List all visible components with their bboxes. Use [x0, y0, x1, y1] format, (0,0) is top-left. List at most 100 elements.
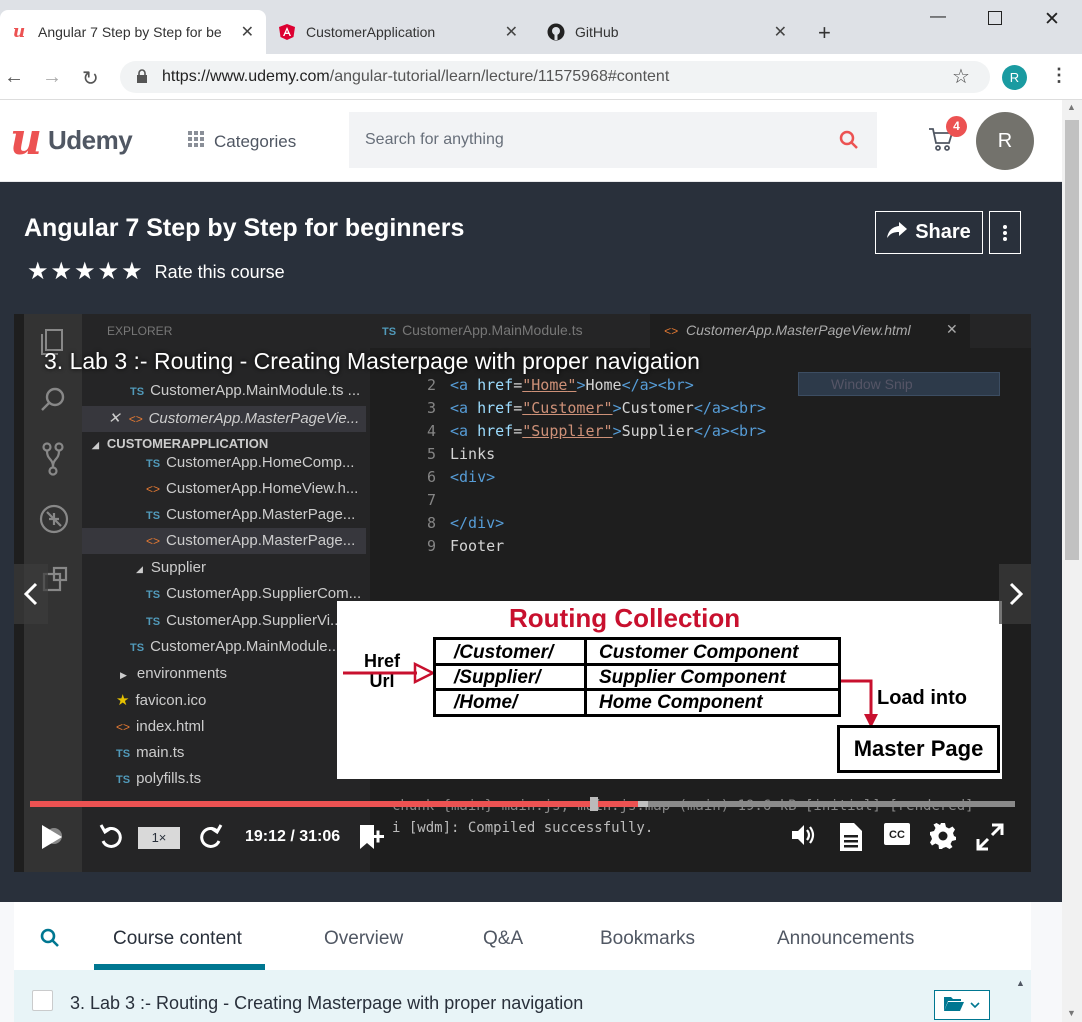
- previous-lecture-icon[interactable]: [14, 564, 48, 624]
- share-label: Share: [915, 221, 971, 243]
- scroll-down-icon[interactable]: ▼: [1067, 1008, 1076, 1018]
- categories-button[interactable]: Categories: [188, 131, 296, 152]
- scrollbar-thumb[interactable]: [1065, 120, 1079, 560]
- star-icon[interactable]: ★: [51, 260, 73, 284]
- url-field[interactable]: https://www.udemy.com/angular-tutorial/l…: [120, 61, 990, 93]
- tree-item: TS CustomerApp.SupplierVi...: [146, 612, 343, 629]
- arrow-down-icon: [841, 679, 878, 728]
- captions-icon[interactable]: CC: [884, 823, 910, 845]
- tab-overview[interactable]: Overview: [324, 928, 403, 950]
- tab-github[interactable]: GitHub ✕: [537, 10, 799, 54]
- play-icon[interactable]: [40, 823, 64, 851]
- rewind-icon[interactable]: [98, 823, 124, 851]
- video-progress-bar[interactable]: [30, 797, 1015, 811]
- video-controls: 1× 19:12 / 31:06 CC: [14, 814, 1031, 864]
- volume-icon[interactable]: [790, 823, 816, 847]
- debug-icon: [39, 504, 69, 539]
- github-icon: [547, 23, 565, 41]
- window-snip-overlay: Window Snip: [798, 372, 1000, 396]
- star-icon[interactable]: ★: [98, 260, 120, 284]
- close-icon[interactable]: ✕: [774, 22, 787, 42]
- udemy-logo[interactable]: u Udemy: [10, 114, 133, 165]
- udemy-logo-icon: u: [10, 114, 42, 165]
- scroll-up-icon[interactable]: ▲: [1067, 102, 1076, 112]
- vscode-editor-tabs: TS CustomerApp.MainModule.ts <> CustomerAp…: [370, 314, 1031, 348]
- angular-icon: [278, 23, 296, 41]
- reload-icon[interactable]: ↻: [82, 66, 99, 91]
- tab-bookmarks[interactable]: Bookmarks: [600, 928, 695, 950]
- rating-stars[interactable]: ★ ★ ★ ★ ★ Rate this course: [27, 260, 285, 284]
- close-icon[interactable]: ✕: [505, 22, 518, 42]
- share-icon: [887, 221, 908, 244]
- add-bookmark-icon[interactable]: [356, 823, 384, 851]
- tab-qa[interactable]: Q&A: [483, 928, 523, 950]
- user-avatar[interactable]: R: [976, 112, 1034, 170]
- more-options-icon[interactable]: [989, 211, 1021, 254]
- window-close-icon[interactable]: ✕: [1044, 8, 1060, 31]
- arrow-right-icon: [343, 661, 435, 685]
- tree-item: TS CustomerApp.SupplierCom...: [146, 585, 362, 602]
- new-tab-icon[interactable]: +: [818, 20, 831, 46]
- code-line: 5 Links: [426, 445, 496, 463]
- close-icon[interactable]: ✕: [241, 22, 254, 42]
- video-time: 19:12 / 31:06: [245, 828, 341, 845]
- transcript-icon[interactable]: [840, 823, 862, 851]
- buffered-bar: [637, 801, 648, 807]
- course-title: Angular 7 Step by Step for beginners: [24, 214, 465, 242]
- forward-icon[interactable]: [198, 823, 224, 851]
- star-icon[interactable]: ★: [27, 260, 49, 284]
- lecture-complete-checkbox[interactable]: [32, 990, 53, 1011]
- search-icon: [40, 386, 66, 417]
- editor-tab: TS CustomerApp.MainModule.ts: [382, 322, 583, 338]
- tree-item: <> index.html: [116, 718, 205, 735]
- tree-folder: ▶ environments: [120, 665, 227, 682]
- url-text: https://www.udemy.com/angular-tutorial/l…: [162, 68, 670, 85]
- code-line: 7: [426, 491, 436, 509]
- minimize-icon[interactable]: —: [930, 8, 946, 26]
- scroll-up-icon[interactable]: ▲: [1016, 978, 1025, 988]
- browser-menu-icon[interactable]: ⋮: [1050, 65, 1068, 86]
- forward-icon[interactable]: →: [42, 66, 62, 89]
- video-player[interactable]: EXPLORER TS CustomerApp.MainModule.ts <> C…: [14, 314, 1031, 872]
- code-line: 2 <a href="Home">Home</a><br>: [426, 376, 694, 394]
- profile-avatar[interactable]: R: [1002, 65, 1027, 90]
- search-icon[interactable]: [40, 928, 60, 953]
- code-line: 6 <div>: [426, 468, 496, 486]
- fullscreen-icon[interactable]: [976, 823, 1004, 851]
- tab-announcements[interactable]: Announcements: [777, 928, 914, 950]
- tree-item: TS main.ts: [116, 744, 185, 761]
- master-page-box: Master Page: [837, 725, 1000, 773]
- lecture-title: 3. Lab 3 :- Routing - Creating Masterpag…: [70, 993, 584, 1013]
- next-lecture-icon[interactable]: [999, 564, 1031, 624]
- share-button[interactable]: Share: [875, 211, 983, 254]
- back-icon[interactable]: ←: [4, 66, 24, 89]
- lock-icon: [136, 69, 148, 88]
- chevron-down-icon: [970, 996, 980, 1014]
- tab-udemy[interactable]: u Angular 7 Step by Step for be ✕: [0, 10, 266, 54]
- course-player-area: Angular 7 Step by Step for beginners ★ ★…: [0, 182, 1062, 902]
- lecture-list-item[interactable]: 3. Lab 3 :- Routing - Creating Masterpag…: [14, 970, 1031, 1022]
- search-input[interactable]: Search for anything: [349, 112, 877, 168]
- tree-folder: ◢ CUSTOMERAPPLICATION: [92, 436, 269, 451]
- logo-text: Udemy: [48, 124, 133, 155]
- star-icon[interactable]: ★: [74, 260, 96, 284]
- udemy-icon: u: [12, 22, 26, 42]
- diagram-title: Routing Collection: [509, 603, 741, 633]
- search-icon[interactable]: [839, 130, 859, 155]
- tab-label: CustomerApplication: [306, 24, 436, 40]
- tree-item: <> CustomerApp.HomeView.h...: [146, 480, 359, 497]
- tab-course-content[interactable]: Course content: [113, 928, 242, 950]
- video-lecture-title: 3. Lab 3 :- Routing - Creating Masterpag…: [44, 348, 700, 374]
- page-scrollbar[interactable]: ▲ ▼: [1062, 100, 1082, 1022]
- cart-count-badge: 4: [946, 116, 967, 137]
- settings-gear-icon[interactable]: [930, 823, 956, 849]
- progress-handle[interactable]: [589, 797, 598, 811]
- playback-speed-button[interactable]: 1×: [138, 827, 180, 849]
- tab-label: GitHub: [575, 24, 619, 40]
- tab-customerapplication[interactable]: CustomerApplication ✕: [268, 10, 530, 54]
- rate-course-link[interactable]: Rate this course: [155, 262, 285, 283]
- bookmark-star-icon[interactable]: ☆: [952, 64, 970, 89]
- resources-dropdown-button[interactable]: [934, 990, 990, 1020]
- maximize-icon[interactable]: [988, 11, 1002, 25]
- star-icon[interactable]: ★: [121, 260, 143, 284]
